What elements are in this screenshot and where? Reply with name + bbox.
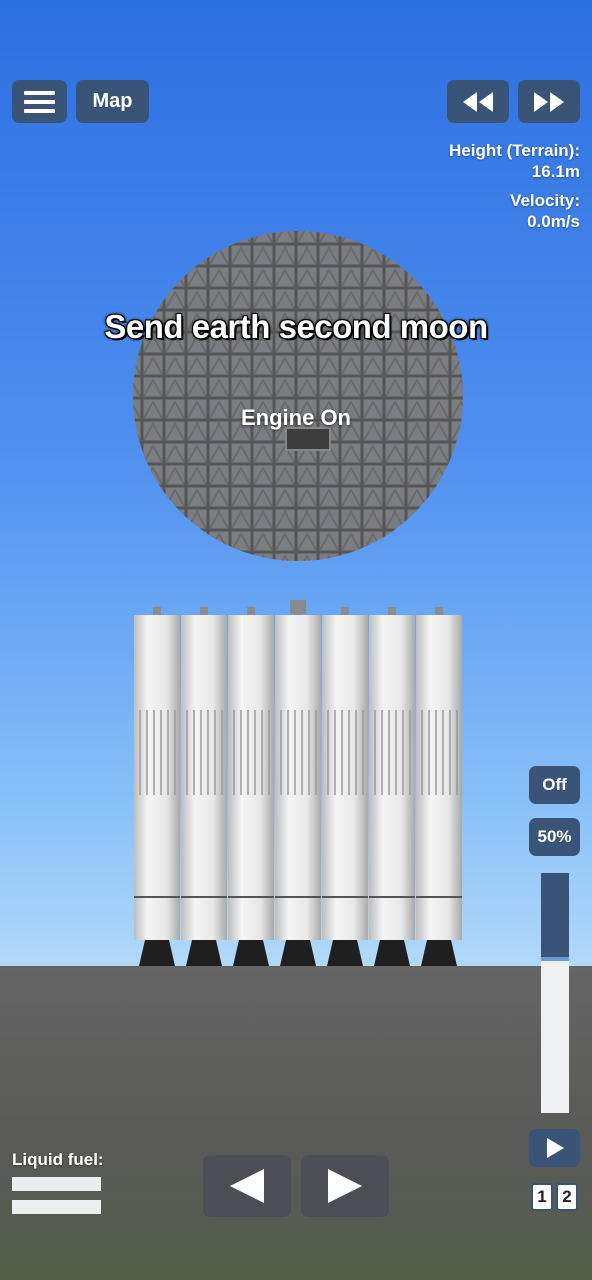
activate-stage-button[interactable]: [529, 1129, 580, 1167]
fast-forward-icon: [534, 91, 564, 112]
booster-tank: [322, 615, 368, 940]
stage-digit: 1: [531, 1183, 553, 1211]
ground: [0, 966, 592, 1280]
booster-tank: [416, 615, 462, 940]
tank-fitting: [341, 607, 349, 615]
engine-nozzle: [327, 940, 363, 966]
play-icon: [546, 1138, 564, 1158]
menu-button[interactable]: [12, 80, 67, 123]
truss-structure: [133, 231, 463, 561]
engine-pod: [285, 427, 331, 451]
booster-tank: [275, 615, 321, 940]
fast-forward-button[interactable]: [518, 80, 580, 123]
tank-fitting: [388, 607, 396, 615]
engine-status-message: Engine On: [241, 405, 351, 430]
engine-nozzle: [233, 940, 269, 966]
map-button[interactable]: Map: [76, 80, 149, 123]
engine-nozzle: [186, 940, 222, 966]
video-caption: Send earth second moon: [104, 308, 488, 345]
height-value: 16.1m: [531, 162, 580, 181]
rotate-left-button[interactable]: [203, 1155, 291, 1217]
velocity-value: 0.0m/s: [527, 212, 580, 231]
throttle-percent-button[interactable]: 50%: [529, 818, 580, 856]
stage-digit: 2: [556, 1183, 578, 1211]
booster-tank: [228, 615, 274, 940]
engine-nozzle: [280, 940, 316, 966]
velocity-readout: Velocity: 0.0m/s: [510, 190, 580, 232]
throttle-fill: [541, 959, 569, 1113]
rotate-right-button[interactable]: [301, 1155, 389, 1217]
throttle-edge: [541, 957, 569, 962]
tank-fitting: [247, 607, 255, 615]
rewind-icon: [463, 91, 493, 112]
rewind-button[interactable]: [447, 80, 509, 123]
engine-nozzle: [421, 940, 457, 966]
engine-nozzle: [139, 940, 175, 966]
hamburger-icon: [24, 86, 55, 118]
engine-toggle-button[interactable]: Off: [529, 766, 580, 804]
liquid-fuel-label: Liquid fuel:: [12, 1150, 104, 1169]
engine-nozzle: [374, 940, 410, 966]
fuel-bar: [12, 1200, 101, 1214]
tank-fitting: [153, 607, 161, 615]
throttle-slider[interactable]: [541, 873, 569, 1113]
fuel-bar: [12, 1177, 101, 1191]
tank-fitting: [435, 607, 443, 615]
tank-fitting: [294, 607, 302, 615]
velocity-label: Velocity:: [510, 191, 580, 210]
height-label: Height (Terrain):: [449, 141, 580, 160]
height-readout: Height (Terrain): 16.1m: [449, 140, 580, 182]
left-arrow-icon: [230, 1169, 264, 1203]
booster-tank: [181, 615, 227, 940]
booster-tanks: [134, 607, 462, 966]
booster-tank: [369, 615, 415, 940]
stage-indicator: 1 2: [529, 1180, 580, 1214]
tank-fitting: [200, 607, 208, 615]
right-arrow-icon: [328, 1169, 362, 1203]
booster-tank: [134, 615, 180, 940]
